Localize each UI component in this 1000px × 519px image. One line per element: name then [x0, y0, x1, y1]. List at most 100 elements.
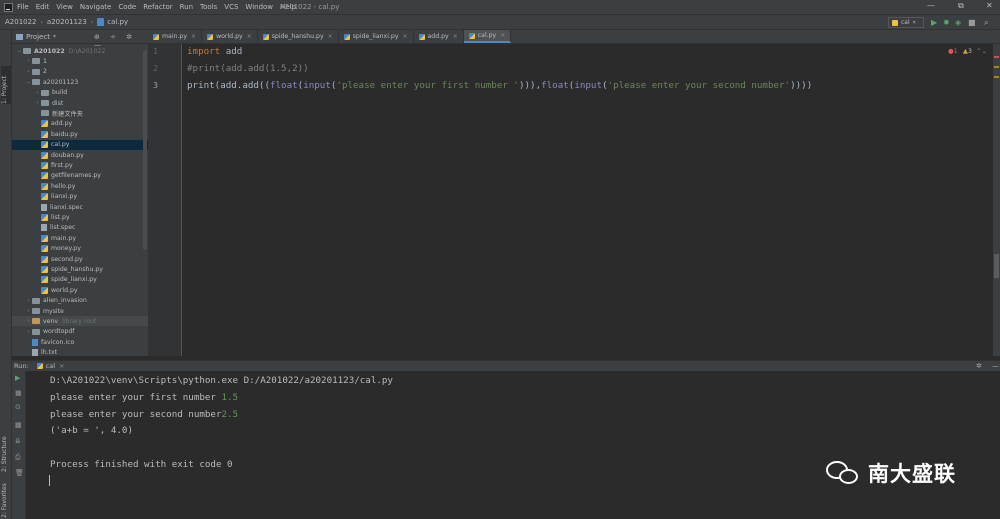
breadcrumb-file[interactable]: cal.py	[107, 18, 128, 26]
tree-item[interactable]: spide_hanshu.py	[12, 264, 148, 274]
chevron-right-icon[interactable]: ›	[25, 69, 32, 75]
tree-item[interactable]: world.py	[12, 285, 148, 295]
editor-tab[interactable]: spide_hanshu.py ×	[258, 30, 339, 43]
tree-item[interactable]: first.py	[12, 160, 148, 170]
error-marker[interactable]	[994, 56, 999, 58]
menu-view[interactable]: View	[56, 3, 73, 11]
scroll-to-end-icon[interactable]: ⇊	[15, 437, 21, 445]
chevron-right-icon[interactable]: ›	[25, 329, 32, 335]
chevron-down-icon[interactable]: ▾	[53, 33, 56, 40]
project-panel-title[interactable]: Project	[26, 33, 50, 41]
hide-panel-icon[interactable]: —	[992, 362, 999, 370]
tree-item[interactable]: lianxi.spec	[12, 202, 148, 212]
chevron-down-icon[interactable]: ⌄	[16, 48, 23, 54]
pin-tab-icon[interactable]: ⊙	[15, 403, 21, 411]
menu-tools[interactable]: Tools	[200, 3, 217, 11]
tree-item[interactable]: add.py	[12, 119, 148, 129]
python-file-icon	[97, 18, 105, 26]
chevron-right-icon[interactable]: ›	[25, 298, 32, 304]
delete-icon[interactable]: 🗑	[15, 469, 24, 477]
chevron-down-icon[interactable]: ⌄	[25, 79, 32, 85]
menu-code[interactable]: Code	[118, 3, 136, 11]
warning-marker[interactable]	[994, 76, 999, 78]
print-icon[interactable]: ⎙	[15, 453, 21, 462]
tool-tab-project[interactable]: 1: Project	[1, 66, 11, 104]
tree-item[interactable]: list.spec	[12, 223, 148, 233]
tree-item[interactable]: main.py	[12, 233, 148, 243]
folder-icon	[23, 48, 31, 54]
tree-item[interactable]: cal.py	[12, 139, 148, 150]
close-icon[interactable]: ×	[500, 32, 505, 39]
close-window-button[interactable]: ✕	[986, 1, 993, 10]
tree-item[interactable]: › build	[12, 88, 148, 98]
chevron-right-icon[interactable]: ›	[25, 58, 32, 64]
editor-tab[interactable]: main.py ×	[148, 30, 203, 43]
project-scrollbar[interactable]	[143, 50, 147, 250]
tree-item[interactable]: douban.py	[12, 150, 148, 160]
tree-item[interactable]: getfilenames.py	[12, 171, 148, 181]
tool-tab-favorites[interactable]: 2: Favorites	[1, 468, 11, 518]
close-icon[interactable]: ×	[328, 33, 333, 40]
tree-item[interactable]: list.py	[12, 212, 148, 222]
tree-item[interactable]: 新建文件夹	[12, 108, 148, 118]
tool-tab-structure[interactable]: 2: Structure	[1, 418, 11, 472]
tree-item[interactable]: › alien_invasion	[12, 296, 148, 306]
stop-icon[interactable]: ■	[968, 18, 976, 27]
rerun-icon[interactable]: ▶	[15, 374, 20, 382]
tree-item[interactable]: money.py	[12, 244, 148, 254]
minimize-button[interactable]: —	[927, 1, 935, 10]
code-editor[interactable]: import add #print(add.add(1.5,2)) print(…	[183, 44, 993, 356]
tree-item[interactable]: ⌄ a20201123	[12, 77, 148, 87]
tree-item[interactable]: spide_lianxi.py	[12, 275, 148, 285]
menu-refactor[interactable]: Refactor	[143, 3, 172, 11]
run-icon[interactable]: ▶	[931, 18, 937, 27]
layout-icon[interactable]: ▦	[15, 421, 22, 429]
close-icon[interactable]: ×	[59, 362, 64, 370]
tree-item[interactable]: › dist	[12, 98, 148, 108]
gear-icon[interactable]: ✲	[976, 362, 982, 370]
menu-vcs[interactable]: VCS	[224, 3, 238, 11]
tree-item[interactable]: › 1	[12, 56, 148, 66]
search-everywhere-icon[interactable]: ⌕	[984, 18, 988, 28]
run-configuration-select[interactable]: cal ▾	[888, 17, 924, 28]
chevron-right-icon[interactable]: ›	[25, 318, 32, 324]
editor-tab[interactable]: cal.py ×	[463, 30, 512, 43]
menu-edit[interactable]: Edit	[36, 3, 50, 11]
menu-run[interactable]: Run	[180, 3, 193, 11]
menu-window[interactable]: Window	[245, 3, 273, 11]
tree-item[interactable]: lh.txt	[12, 348, 148, 358]
stop-icon[interactable]: ■	[15, 389, 22, 397]
close-icon[interactable]: ×	[402, 33, 407, 40]
tree-item[interactable]: › wordtopdf	[12, 327, 148, 337]
chevron-right-icon[interactable]: ›	[34, 100, 41, 106]
inspection-widget[interactable]: ●1 ▲3 ⌃⌄	[948, 47, 987, 55]
restore-button[interactable]: ⧉	[958, 1, 964, 11]
close-icon[interactable]: ×	[247, 33, 252, 40]
menu-file[interactable]: File	[17, 3, 29, 11]
close-icon[interactable]: ×	[453, 33, 458, 40]
warning-marker[interactable]	[994, 66, 999, 68]
tree-item[interactable]: › 2	[12, 67, 148, 77]
tree-item[interactable]: baidu.py	[12, 129, 148, 139]
tree-item[interactable]: › mysite	[12, 306, 148, 316]
tree-item[interactable]: ⌄ A201022 D:\A201022	[12, 46, 148, 56]
editor-tab[interactable]: world.py ×	[202, 30, 258, 43]
breadcrumb-folder[interactable]: a20201123	[47, 18, 87, 26]
run-console[interactable]: D:\A201022\venv\Scripts\python.exe D:/A2…	[26, 371, 1000, 519]
editor-tab[interactable]: add.py ×	[414, 30, 464, 43]
debug-icon[interactable]: ✸	[943, 18, 950, 27]
sciview-tab[interactable]	[994, 254, 999, 278]
menu-navigate[interactable]: Navigate	[80, 3, 111, 11]
tree-item[interactable]: favicon.ico	[12, 337, 148, 347]
tree-item[interactable]: second.py	[12, 254, 148, 264]
chevron-right-icon[interactable]: ›	[34, 90, 41, 96]
coverage-icon[interactable]: ◈	[955, 18, 961, 27]
breadcrumb-project[interactable]: A201022	[5, 18, 37, 26]
tree-item[interactable]: lianxi.py	[12, 192, 148, 202]
close-icon[interactable]: ×	[191, 33, 196, 40]
tree-item[interactable]: › venv library root	[12, 316, 148, 327]
tree-item[interactable]: hello.py	[12, 181, 148, 191]
editor-tab[interactable]: spide_lianxi.py ×	[339, 30, 414, 43]
run-tab-cal[interactable]: cal ×	[36, 362, 64, 370]
chevron-right-icon[interactable]: ›	[25, 308, 32, 314]
